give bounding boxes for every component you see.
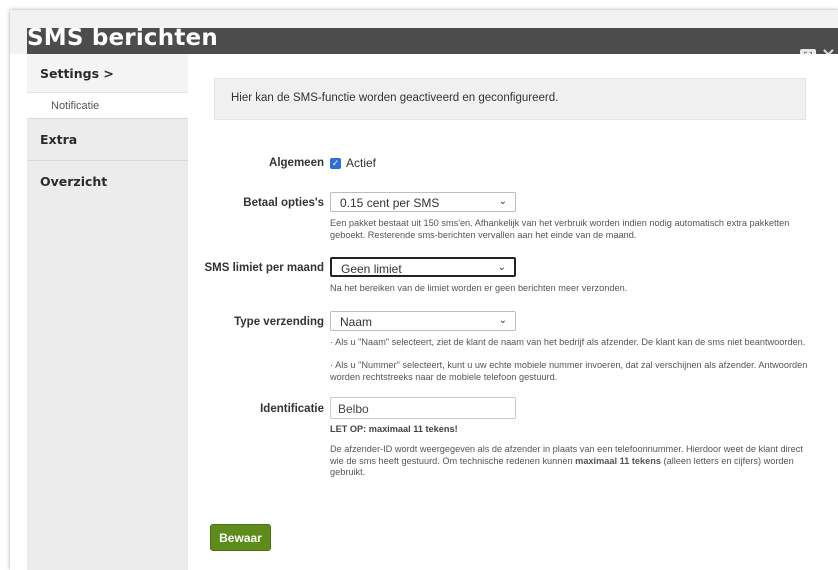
- sendtype-select-value: Naam: [340, 315, 373, 329]
- identification-label: Identificatie: [260, 403, 324, 415]
- limit-select-value: Geen limiet: [341, 262, 402, 276]
- sendtype-help-number: · Als u "Nummer" selecteert, kunt u uw e…: [330, 360, 808, 382]
- chevron-down-icon: ⌄: [498, 315, 507, 326]
- sidebar: Settings > Notificatie Extra Overzicht: [27, 54, 188, 570]
- identification-help: De afzender-ID wordt weergegeven als de …: [330, 444, 808, 479]
- sidebar-settings-label: Settings >: [40, 66, 114, 81]
- payment-select[interactable]: 0.15 cent per SMS ⌄: [330, 192, 516, 212]
- sms-dialog: ⛶ × SMS berichten Settings > Notificatie…: [10, 10, 838, 570]
- sidebar-subitem-notificatie[interactable]: Notificatie: [27, 92, 188, 119]
- sendtype-help-name: · Als u "Naam" selecteert, ziet de klant…: [330, 337, 806, 347]
- info-text: Hier kan de SMS-functie worden geactivee…: [231, 92, 559, 104]
- sidebar-subitem-label: Notificatie: [51, 100, 100, 112]
- active-checkbox-label: Actief: [346, 156, 377, 170]
- limit-select[interactable]: Geen limiet ⌄: [330, 257, 516, 277]
- sidebar-item-settings[interactable]: Settings > Notificatie: [27, 54, 188, 119]
- chevron-down-icon: ⌄: [498, 196, 507, 207]
- main-content: Hier kan de SMS-functie worden geactivee…: [188, 54, 838, 570]
- payment-label: Betaal opties's: [243, 197, 324, 209]
- identification-warning: LET OP: maximaal 11 tekens!: [330, 424, 458, 434]
- identification-value: Belbo: [338, 402, 369, 416]
- payment-select-value: 0.15 cent per SMS: [340, 196, 440, 210]
- dialog-title: SMS berichten: [27, 25, 218, 51]
- limit-label: SMS limiet per maand: [204, 262, 324, 274]
- sidebar-item-overzicht[interactable]: Overzicht: [27, 160, 188, 202]
- limit-help: Na het bereiken van de limiet worden er …: [330, 283, 628, 293]
- chevron-down-icon: ⌄: [497, 262, 506, 273]
- payment-help: Een pakket bestaat uit 150 sms'en. Afhan…: [330, 218, 790, 240]
- general-label: Algemeen: [269, 157, 324, 169]
- sidebar-item-extra[interactable]: Extra: [27, 118, 188, 160]
- identification-help-bold: maximaal 11 tekens: [575, 455, 661, 466]
- save-button[interactable]: Bewaar: [210, 524, 271, 551]
- sidebar-item-label: Overzicht: [40, 174, 108, 189]
- info-box: Hier kan de SMS-functie worden geactivee…: [214, 78, 806, 120]
- sidebar-item-label: Extra: [40, 132, 78, 147]
- active-checkbox[interactable]: ✓: [330, 158, 341, 169]
- identification-input[interactable]: Belbo: [330, 397, 516, 419]
- sendtype-select[interactable]: Naam ⌄: [330, 311, 516, 331]
- sendtype-label: Type verzending: [234, 316, 324, 328]
